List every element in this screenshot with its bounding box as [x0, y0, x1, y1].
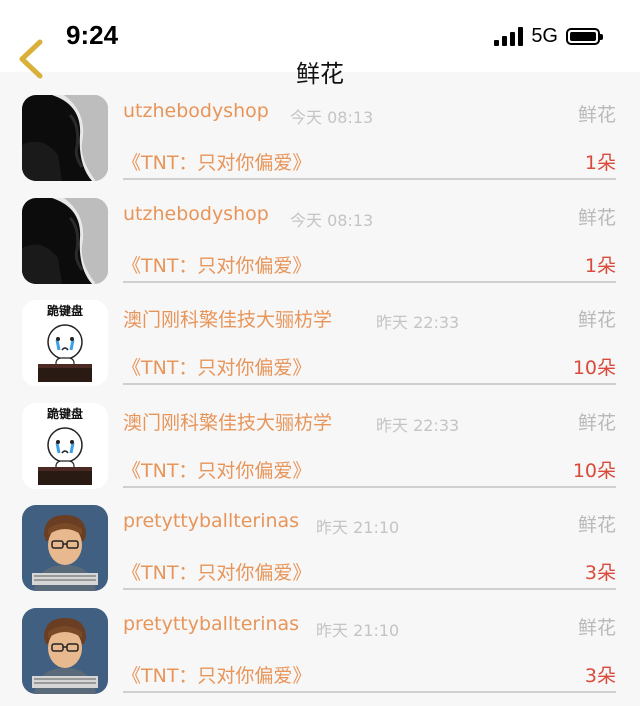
- gift-message: 《TNT：只对你偏爱》: [122, 254, 312, 277]
- username[interactable]: 澳门刚科檠佳技大骊枋学: [123, 305, 332, 332]
- avatar[interactable]: [22, 197, 108, 284]
- username[interactable]: pretyttyballterinas: [123, 613, 299, 635]
- list-item[interactable]: utzhebodyshop 今天 08:13 鲜花 《TNT：只对你偏爱》 1朵: [0, 90, 640, 193]
- gift-type: 鲜花: [577, 514, 616, 537]
- divider: [123, 178, 616, 180]
- timestamp: 今天 08:13: [290, 108, 374, 127]
- username[interactable]: utzhebodyshop: [123, 203, 269, 225]
- divider: [123, 485, 616, 488]
- divider: [123, 280, 616, 283]
- boy-photo-icon: [22, 505, 108, 592]
- timestamp: 昨天 22:33: [376, 415, 460, 435]
- username[interactable]: 澳门刚科檠佳技大骊枋学: [123, 408, 332, 435]
- timestamp: 今天 08:13: [290, 210, 374, 230]
- gift-list: utzhebodyshop 今天 08:13 鲜花 《TNT：只对你偏爱》 1朵…: [0, 90, 640, 706]
- username[interactable]: utzhebodyshop: [123, 100, 269, 122]
- avatar[interactable]: 跪键盘: [22, 300, 108, 387]
- gift-count: 1朵: [584, 152, 616, 174]
- kneeling-cartoon-icon: 跪键盘: [22, 300, 108, 387]
- gift-type: 鲜花: [577, 309, 616, 332]
- timestamp: 昨天 21:10: [316, 620, 400, 640]
- gift-count: 3朵: [584, 664, 616, 687]
- page-title: 鲜花: [296, 60, 344, 88]
- list-item[interactable]: 跪键盘 澳门刚科檠佳技大骊枋学 昨天 22:33 鲜花 《TNT：只对你偏爱》 …: [0, 398, 640, 501]
- gift-count: 3朵: [584, 562, 616, 585]
- gift-message: 《TNT：只对你偏爱》: [122, 664, 312, 687]
- list-item[interactable]: pretyttyballterinas 昨天 21:10 鲜花 《TNT：只对你…: [0, 603, 640, 706]
- gift-message: 《TNT：只对你偏爱》: [122, 152, 312, 174]
- timestamp: 昨天 21:10: [316, 518, 400, 538]
- gift-type: 鲜花: [577, 616, 616, 639]
- gift-message: 《TNT：只对你偏爱》: [122, 562, 312, 585]
- avatar[interactable]: [22, 95, 108, 181]
- divider: [123, 588, 616, 591]
- woman-photo-icon: [22, 197, 108, 284]
- list-item[interactable]: utzhebodyshop 今天 08:13 鲜花 《TNT：只对你偏爱》 1朵: [0, 193, 640, 296]
- avatar-caption: 跪键盘: [47, 303, 83, 318]
- gift-count: 10朵: [572, 459, 616, 482]
- list-item[interactable]: pretyttyballterinas 昨天 21:10 鲜花 《TNT：只对你…: [0, 500, 640, 603]
- gift-type: 鲜花: [577, 206, 616, 229]
- nav-bar: 鲜花: [0, 30, 640, 90]
- gift-message: 《TNT：只对你偏爱》: [122, 357, 312, 380]
- username[interactable]: pretyttyballterinas: [123, 510, 299, 532]
- avatar[interactable]: [22, 505, 108, 592]
- gift-count: 1朵: [584, 254, 616, 277]
- gift-type: 鲜花: [577, 104, 616, 126]
- avatar[interactable]: 跪键盘: [22, 402, 108, 489]
- divider: [123, 690, 616, 693]
- kneeling-cartoon-icon: 跪键盘: [22, 402, 108, 489]
- divider: [123, 383, 616, 386]
- boy-photo-icon: [22, 607, 108, 694]
- gift-count: 10朵: [572, 357, 616, 380]
- timestamp: 昨天 22:33: [376, 313, 460, 333]
- list-item[interactable]: 跪键盘 澳门刚科檠佳技大骊枋学 昨天 22:33 鲜花 《TNT：只对你偏爱》 …: [0, 295, 640, 398]
- gift-type: 鲜花: [577, 411, 616, 434]
- woman-photo-icon: [22, 95, 108, 181]
- gift-message: 《TNT：只对你偏爱》: [122, 459, 312, 482]
- avatar[interactable]: [22, 607, 108, 694]
- avatar-caption: 跪键盘: [47, 406, 83, 421]
